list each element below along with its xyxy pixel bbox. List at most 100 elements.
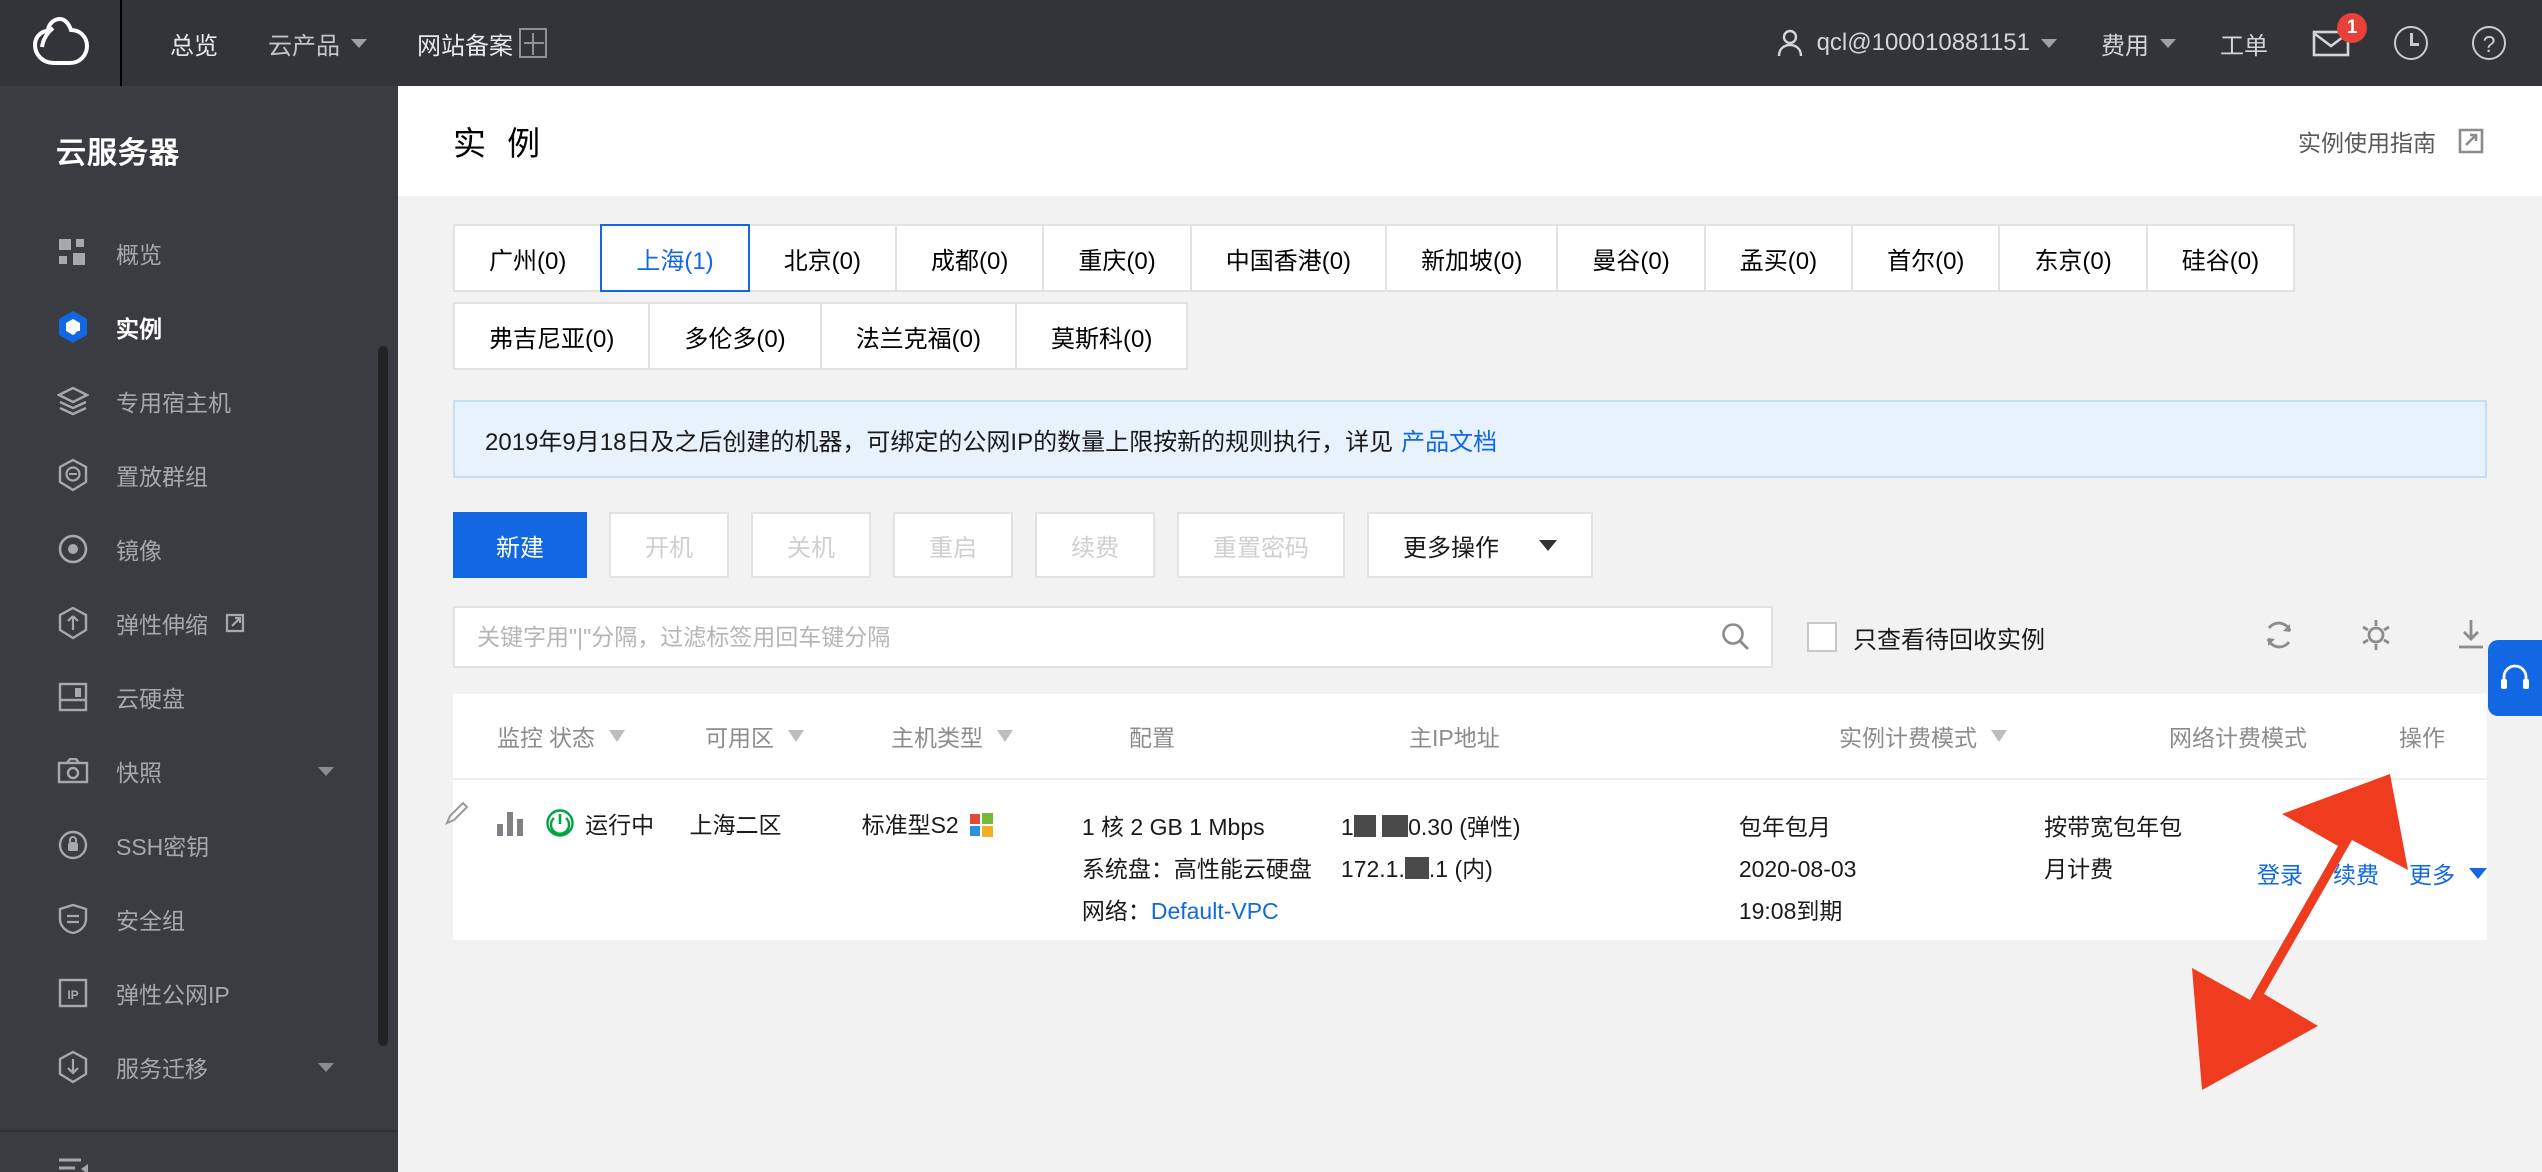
region-tab-singapore[interactable]: 新加坡(0) (1385, 224, 1559, 292)
chevron-down-icon[interactable] (2469, 867, 2487, 879)
sidebar-item-overview[interactable]: 概览 (0, 216, 398, 290)
sidebar-item-placement-group[interactable]: 置放群组 (0, 438, 398, 512)
cell-network-billing: 按带宽包年包 月计费 (2044, 806, 2257, 940)
account-name: qcl@100010881151 (1816, 29, 2030, 56)
cell-operations: 登录 续费 更多 (2257, 806, 2487, 940)
region-tab-label: 东京(0) (2034, 247, 2112, 275)
region-tab-bangkok[interactable]: 曼谷(0) (1556, 224, 1706, 292)
recycle-filter[interactable]: 只查看待回收实例 (1807, 620, 2045, 655)
region-tab-guangzhou[interactable]: 广州(0) (453, 224, 603, 292)
column-label: 实例计费模式 (1839, 725, 1977, 751)
search-box[interactable] (453, 606, 1773, 668)
cloud-logo[interactable] (0, 0, 122, 86)
column-host-type[interactable]: 主机类型 (891, 719, 1129, 753)
filter-icon[interactable] (1991, 730, 2007, 742)
cell-ip: 1 0.30 (弹性) 172.1. .1 (内) (1341, 806, 1739, 940)
history-button[interactable] (2394, 26, 2428, 60)
filter-icon[interactable] (609, 730, 625, 742)
help-button[interactable]: ? (2472, 26, 2506, 60)
sidebar-item-collapse[interactable] (0, 1132, 398, 1172)
filter-icon[interactable] (997, 730, 1013, 742)
sidebar-item-service-migration[interactable]: 服务迁移 (0, 1030, 398, 1104)
customer-support-button[interactable] (2488, 640, 2542, 716)
region-tab-beijing[interactable]: 北京(0) (747, 224, 898, 292)
cell-monitor[interactable] (453, 806, 545, 940)
region-tab-shanghai[interactable]: 上海(1) (600, 224, 750, 292)
config-network-link[interactable]: Default-VPC (1151, 898, 1279, 924)
column-status[interactable]: 状态 (549, 719, 705, 753)
restart-button[interactable]: 重启 (893, 512, 1013, 578)
create-instance-button[interactable]: 新建 (453, 512, 587, 578)
search-input[interactable] (477, 623, 1657, 651)
nav-item-website-filing[interactable]: 网站备案 (417, 26, 547, 61)
login-link[interactable]: 登录 (2257, 856, 2303, 890)
more-operations-button[interactable]: 更多操作 (1367, 512, 1593, 578)
page-header: 实 例 实例使用指南 (398, 86, 2542, 196)
nav-item-cloud-products[interactable]: 云产品 (268, 26, 367, 61)
column-zone[interactable]: 可用区 (705, 719, 891, 753)
cell-config: 1 核 2 GB 1 Mbps 系统盘：高性能云硬盘 网络：Default-VP… (1082, 806, 1341, 940)
refresh-icon[interactable] (2261, 617, 2297, 658)
search-button[interactable] (1699, 608, 1771, 666)
renew-link[interactable]: 续费 (2333, 856, 2379, 890)
ticket-link[interactable]: 工单 (2220, 26, 2268, 61)
page-title: 实 例 (453, 125, 547, 162)
region-tab-toronto[interactable]: 多伦多(0) (648, 302, 822, 370)
action-toolbar: 新建 开机 关机 重启 续费 重置密码 更多操作 (453, 512, 2487, 578)
fee-menu[interactable]: 费用 (2101, 26, 2176, 61)
region-tab-tokyo[interactable]: 东京(0) (1998, 224, 2148, 292)
bar-chart-icon[interactable] (497, 806, 527, 836)
renew-button[interactable]: 续费 (1035, 512, 1155, 578)
settings-gear-icon[interactable] (2359, 618, 2393, 657)
column-instance-billing[interactable]: 实例计费模式 (1839, 719, 2169, 753)
nav-item-overview[interactable]: 总览 (170, 26, 218, 61)
region-tab-moscow[interactable]: 莫斯科(0) (1015, 302, 1189, 370)
power-on-icon (546, 809, 574, 837)
disk-icon (56, 680, 90, 714)
ip-private: 172.1. .1 (内) (1341, 848, 1739, 890)
start-button[interactable]: 开机 (609, 512, 729, 578)
row-edit-pencil-icon[interactable] (444, 800, 470, 826)
sidebar-item-dedicated-host[interactable]: 专用宿主机 (0, 364, 398, 438)
region-tab-virginia[interactable]: 弗吉尼亚(0) (453, 302, 651, 370)
region-tab-frankfurt[interactable]: 法兰克福(0) (819, 302, 1018, 370)
region-tab-mumbai[interactable]: 孟买(0) (1703, 224, 1854, 292)
search-row: 只查看待回收实例 (453, 606, 2487, 668)
sidebar-item-autoscaling[interactable]: 弹性伸缩 (0, 586, 398, 660)
region-tab-label: 莫斯科(0) (1051, 325, 1153, 353)
region-tab-hongkong[interactable]: 中国香港(0) (1189, 224, 1388, 292)
region-tab-siliconvalley[interactable]: 硅谷(0) (2145, 224, 2296, 292)
account-menu[interactable]: qcl@100010881151 (1777, 29, 2057, 57)
region-tab-label: 成都(0) (931, 247, 1009, 275)
chevron-down-icon (2041, 38, 2057, 48)
cloud-logo-icon (32, 16, 90, 65)
reset-password-button[interactable]: 重置密码 (1177, 512, 1345, 578)
sidebar-item-elastic-ip[interactable]: IP 弹性公网IP (0, 956, 398, 1030)
sidebar-item-security-group[interactable]: 安全组 (0, 882, 398, 956)
messages-button[interactable]: 1 (2312, 13, 2367, 57)
instances-table: 监控 状态 可用区 主机类型 配置 主IP地址 实例计费模式 网络计费模式 操作… (453, 694, 2487, 940)
instance-guide-link[interactable]: 实例使用指南 (2298, 124, 2484, 158)
sidebar-item-ssh-key[interactable]: SSH密钥 (0, 808, 398, 882)
config-spec: 1 核 2 GB 1 Mbps (1081, 814, 1265, 840)
host-type-text: 标准型S2 (861, 812, 959, 838)
filter-icon[interactable] (788, 730, 804, 742)
notice-doc-link[interactable]: 产品文档 (1401, 422, 1497, 457)
more-link[interactable]: 更多 (2409, 856, 2455, 890)
table-row[interactable]: 运行中 上海二区 标准型S2 1 核 2 GB 1 Mbps 系统盘：高性能云硬… (453, 780, 2487, 940)
download-icon[interactable] (2455, 618, 2487, 657)
headset-icon (2501, 664, 2529, 689)
external-link-icon (225, 613, 245, 633)
recycle-checkbox[interactable] (1807, 622, 1837, 652)
column-label: 操作 (2399, 725, 2445, 751)
region-tab-seoul[interactable]: 首尔(0) (1851, 224, 2001, 292)
sidebar-item-instances[interactable]: 实例 (0, 290, 398, 364)
stop-button[interactable]: 关机 (751, 512, 871, 578)
region-tab-chongqing[interactable]: 重庆(0) (1042, 224, 1192, 292)
sidebar-scrollbar[interactable] (378, 346, 388, 1046)
grid-icon (56, 236, 90, 270)
sidebar-item-images[interactable]: 镜像 (0, 512, 398, 586)
region-tab-chengdu[interactable]: 成都(0) (895, 224, 1045, 292)
sidebar-item-snapshot[interactable]: 快照 (0, 734, 398, 808)
sidebar-item-cloud-disk[interactable]: 云硬盘 (0, 660, 398, 734)
